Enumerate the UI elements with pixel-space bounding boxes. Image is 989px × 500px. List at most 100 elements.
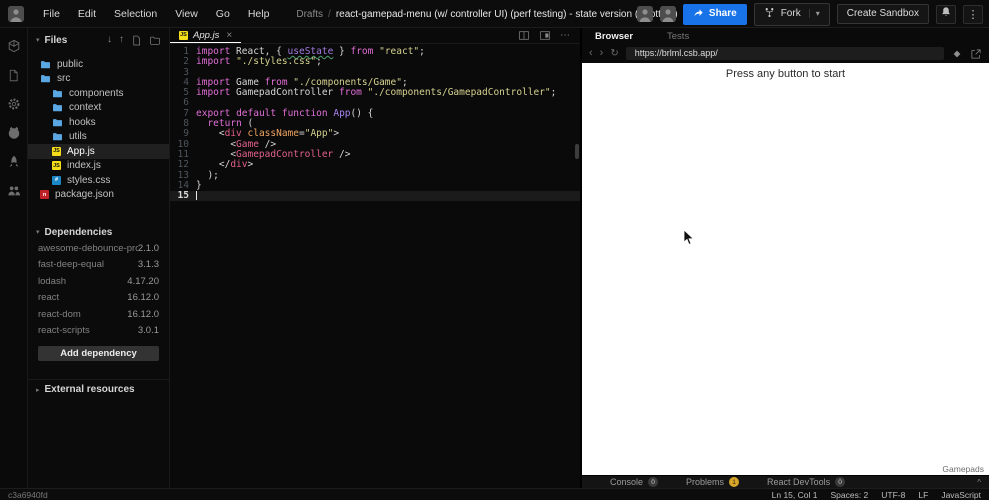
file-components[interactable]: components	[28, 86, 169, 101]
file-utils[interactable]: utils	[28, 130, 169, 145]
external-resources-header[interactable]: ▸ External resources	[28, 379, 169, 399]
code-area[interactable]: 1 import React, { useState } from "react"…	[170, 44, 580, 488]
line-text: );	[196, 169, 219, 181]
activity-files-button[interactable]	[6, 67, 22, 83]
devtools-problems[interactable]: Problems 1	[686, 477, 740, 487]
dependency-name: react	[38, 292, 60, 304]
mouse-cursor	[683, 229, 695, 246]
menu-view[interactable]: View	[168, 5, 205, 23]
code-line[interactable]: 5 import GamepadController from "./compon…	[170, 87, 580, 98]
file-index-js[interactable]: JS index.js	[28, 159, 169, 174]
split-editor-icon[interactable]	[518, 30, 530, 41]
file-context[interactable]: context	[28, 101, 169, 116]
add-dependency-button[interactable]: Add dependency	[38, 346, 159, 361]
dependency-react-scripts[interactable]: react-scripts 3.0.1	[28, 323, 169, 340]
status-javascript[interactable]: JavaScript	[941, 490, 981, 500]
create-sandbox-button[interactable]: Create Sandbox	[836, 4, 929, 24]
dependency-awesome-debounce-pro-[interactable]: awesome-debounce-pro... 2.1.0	[28, 240, 169, 257]
menu-file[interactable]: File	[36, 5, 67, 23]
collaborator-avatar[interactable]	[659, 6, 676, 22]
github-icon	[7, 126, 21, 140]
breadcrumb-drafts[interactable]: Drafts	[296, 9, 323, 20]
activity-live-button[interactable]	[6, 183, 22, 199]
fork-button[interactable]: Fork ▾	[753, 2, 830, 26]
close-icon[interactable]: ×	[226, 30, 232, 41]
code-line[interactable]: 12 </div>	[170, 159, 580, 170]
dependency-react[interactable]: react 16.12.0	[28, 290, 169, 307]
sandbox-title[interactable]: react-gamepad-menu (w/ controller UI) (p…	[336, 9, 678, 20]
open-external-icon[interactable]	[970, 48, 982, 60]
new-file-icon[interactable]	[131, 35, 142, 46]
responsive-mode-icon[interactable]	[951, 48, 963, 60]
file-styles-css[interactable]: # styles.css	[28, 173, 169, 188]
file-label: App.js	[67, 145, 95, 157]
expand-devtools-icon[interactable]: ^	[977, 478, 981, 487]
dependencies-header[interactable]: ▾ Dependencies	[28, 224, 169, 240]
more-actions-icon[interactable]: ⋯	[560, 30, 570, 41]
back-icon[interactable]: ‹	[589, 48, 593, 59]
bell-icon	[940, 6, 952, 18]
status-utf-8[interactable]: UTF-8	[881, 490, 905, 500]
chevron-down-icon: ▾	[36, 37, 40, 44]
menu-help[interactable]: Help	[241, 5, 277, 23]
files-header[interactable]: ▾ Files ↓ ↑	[28, 31, 169, 49]
code-line[interactable]: 2 import "./styles.css";	[170, 56, 580, 67]
dependency-version: 3.1.3	[137, 259, 159, 271]
file-label: public	[57, 58, 84, 70]
file-app-js[interactable]: JS App.js	[28, 144, 169, 159]
devtools-react-devtools[interactable]: React DevTools 0	[767, 477, 846, 487]
devtools-console[interactable]: Console 0	[610, 477, 659, 487]
file-src[interactable]: src	[28, 72, 169, 87]
activity-project-button[interactable]	[6, 38, 22, 54]
file-label: hooks	[69, 116, 96, 128]
app-viewport[interactable]: Press any button to start Gamepads	[582, 63, 989, 475]
tab-tests[interactable]: Tests	[667, 31, 689, 42]
browser-preview: Browser Tests ‹ › ↻ https://brlml.csb.ap…	[580, 28, 989, 488]
user-avatar[interactable]	[8, 5, 24, 22]
file-package-json[interactable]: n package.json	[28, 188, 169, 203]
file-hooks[interactable]: hooks	[28, 115, 169, 130]
share-button[interactable]: Share	[682, 3, 747, 25]
editor-scrollbar[interactable]	[575, 144, 579, 159]
export-icon[interactable]: ↑	[119, 35, 124, 45]
menu-go[interactable]: Go	[209, 5, 237, 23]
activity-github-button[interactable]	[6, 125, 22, 141]
import-icon[interactable]: ↓	[107, 35, 112, 45]
code-editor: JS App.js × ⋯ 1 import React, { useState …	[170, 28, 580, 488]
chevron-down-icon[interactable]: ▾	[808, 9, 820, 18]
dependency-react-dom[interactable]: react-dom 16.12.0	[28, 306, 169, 323]
code-line[interactable]: 13 );	[170, 169, 580, 181]
file-public[interactable]: public	[28, 57, 169, 72]
line-text	[196, 191, 580, 201]
open-preview-icon[interactable]	[539, 30, 551, 41]
forward-icon[interactable]: ›	[600, 48, 604, 59]
collaborator-avatar[interactable]	[636, 6, 653, 22]
menu-edit[interactable]: Edit	[71, 5, 103, 23]
url-bar[interactable]: https://brlml.csb.app/	[625, 47, 944, 60]
tab-appjs[interactable]: JS App.js ×	[170, 28, 242, 43]
dependency-fast-deep-equal[interactable]: fast-deep-equal 3.1.3	[28, 257, 169, 274]
status-ln[interactable]: Ln 15, Col 1	[772, 490, 818, 500]
new-directory-icon[interactable]	[149, 35, 161, 46]
commit-hash: c3a6940fd	[8, 489, 48, 500]
code-line[interactable]: 15	[170, 190, 580, 202]
notifications-button[interactable]	[936, 4, 956, 24]
dependency-version: 3.0.1	[137, 325, 159, 337]
gamepads-panel-label[interactable]: Gamepads	[942, 464, 984, 474]
dependency-version: 16.12.0	[127, 308, 159, 320]
line-text: export default function App() {	[196, 107, 374, 119]
dependency-lodash[interactable]: lodash 4.17.20	[28, 273, 169, 290]
refresh-icon[interactable]: ↻	[610, 48, 618, 59]
activity-settings-button[interactable]	[6, 96, 22, 112]
activity-deploy-button[interactable]	[6, 154, 22, 170]
menu-selection[interactable]: Selection	[107, 5, 164, 23]
dependency-name: react-scripts	[38, 325, 90, 337]
status-spaces[interactable]: Spaces: 2	[830, 490, 868, 500]
more-menu-button[interactable]: ⋮	[963, 4, 983, 24]
status-lf[interactable]: LF	[918, 490, 928, 500]
new-file-icon	[131, 35, 142, 46]
js-file-icon: JS	[179, 30, 188, 40]
line-number: 15	[177, 190, 189, 202]
tab-browser[interactable]: Browser	[595, 31, 633, 42]
code-line[interactable]: 14}	[170, 180, 580, 191]
